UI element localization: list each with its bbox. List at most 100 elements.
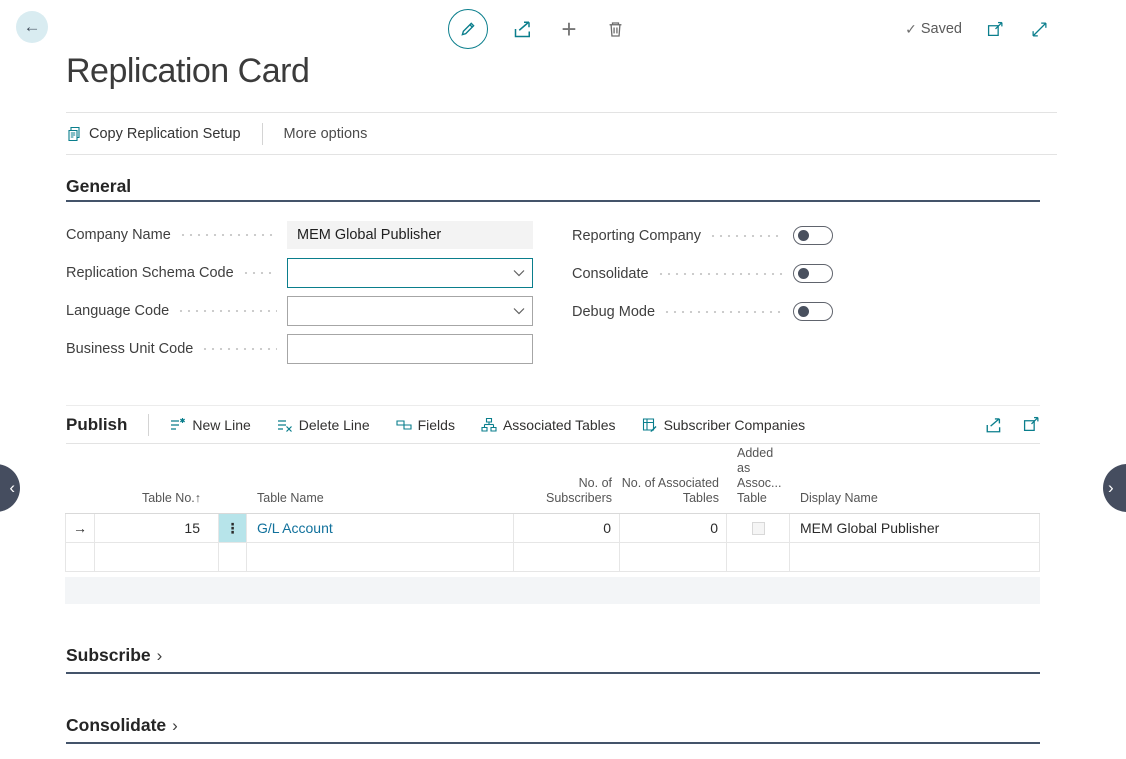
publish-table: Table No.↑ Table Name No. of Subscribers…: [65, 444, 1040, 572]
delete-line-button[interactable]: Delete Line: [277, 417, 370, 433]
fields-icon: [396, 417, 412, 433]
fields-label: Fields: [418, 417, 455, 433]
new-line-button[interactable]: New Line: [170, 417, 250, 433]
expand-button[interactable]: [1028, 18, 1050, 40]
delete-line-icon: [277, 417, 293, 433]
toggle-knob: [798, 306, 809, 317]
scroll-left-button[interactable]: ‹: [0, 464, 20, 512]
copy-replication-setup-button[interactable]: Copy Replication Setup: [66, 126, 241, 142]
publish-section-heading[interactable]: Publish: [66, 415, 127, 435]
toolbar-divider: [148, 414, 149, 436]
more-options-button[interactable]: More options: [284, 126, 368, 142]
header-select-column: [65, 506, 95, 513]
cell-table-no[interactable]: 15: [95, 514, 219, 543]
consolidate-label: Consolidate: [572, 266, 649, 282]
publish-section-toolbar: Publish New Line Delete Line: [66, 405, 1040, 444]
copy-icon: [66, 126, 82, 142]
dotted-leader: [657, 273, 783, 275]
replication-schema-code-input[interactable]: [287, 258, 533, 288]
cell-no-of-associated-tables[interactable]: 0: [620, 514, 727, 543]
delete-button[interactable]: [604, 18, 626, 40]
cell-display-name[interactable]: MEM Global Publisher: [790, 514, 1040, 543]
header-row-menu-column: [219, 506, 247, 513]
table-footer-area: [65, 577, 1040, 604]
field-row-reporting-company: Reporting Company: [572, 225, 833, 246]
back-button[interactable]: ←: [16, 11, 48, 43]
language-code-input[interactable]: [287, 296, 533, 326]
save-status: ✓ Saved: [905, 21, 962, 38]
field-row-company-name: Company Name: [66, 221, 533, 249]
table-name-link[interactable]: G/L Account: [257, 520, 333, 536]
company-name-input[interactable]: [287, 221, 533, 249]
cell-table-name[interactable]: G/L Account: [247, 514, 514, 543]
consolidate-section-heading[interactable]: Consolidate›: [66, 715, 178, 736]
open-in-new-window-button[interactable]: [984, 18, 1006, 40]
field-row-consolidate: Consolidate: [572, 263, 833, 284]
dotted-leader: [201, 348, 277, 350]
toggle-knob: [798, 268, 809, 279]
header-table-no[interactable]: Table No.↑: [95, 491, 219, 513]
plus-icon: +: [561, 19, 576, 39]
chevron-right-icon: ›: [157, 646, 163, 665]
toggle-knob: [798, 230, 809, 241]
edit-button[interactable]: [448, 9, 488, 49]
dotted-leader: [179, 234, 277, 236]
business-unit-code-label: Business Unit Code: [66, 341, 193, 357]
window-controls: ✓ Saved: [905, 18, 1050, 40]
dotted-leader: [242, 272, 277, 274]
header-display-name[interactable]: Display Name: [790, 491, 1040, 513]
field-row-language-code: Language Code: [66, 296, 533, 326]
subscribe-section-heading[interactable]: Subscribe›: [66, 645, 162, 666]
dotted-leader: [177, 310, 277, 312]
chevron-right-icon: ›: [1108, 478, 1114, 498]
replication-schema-code-label: Replication Schema Code: [66, 265, 234, 281]
row-options-button[interactable]: ⋮: [219, 514, 247, 543]
share-icon: [513, 19, 533, 39]
header-no-of-associated-tables[interactable]: No. of Associated Tables: [620, 476, 727, 513]
add-button[interactable]: +: [558, 18, 580, 40]
delete-line-label: Delete Line: [299, 417, 370, 433]
current-row-arrow-icon: →: [65, 514, 95, 543]
cell-no-of-subscribers[interactable]: 0: [514, 514, 620, 543]
expand-diagonal-icon: [1031, 21, 1048, 38]
page-title: Replication Card: [66, 52, 309, 91]
associated-tables-icon: [481, 417, 497, 433]
table-row[interactable]: → 15 ⋮ G/L Account 0 0 MEM Global Publis…: [65, 514, 1040, 543]
action-bar-divider: [262, 123, 263, 145]
page-action-bar: Copy Replication Setup More options: [66, 113, 1057, 155]
reporting-company-label: Reporting Company: [572, 228, 701, 244]
fields-button[interactable]: Fields: [396, 417, 455, 433]
consolidate-toggle[interactable]: [793, 264, 833, 283]
company-name-label: Company Name: [66, 227, 171, 243]
publish-open-in-new-button[interactable]: [1023, 416, 1040, 433]
subscriber-companies-icon: [642, 417, 658, 433]
save-status-label: Saved: [921, 21, 962, 37]
scroll-right-button[interactable]: ›: [1103, 464, 1126, 512]
record-action-bar: +: [448, 9, 626, 49]
business-unit-code-input[interactable]: [287, 334, 533, 364]
header-table-name[interactable]: Table Name: [247, 491, 514, 513]
field-row-replication-schema-code: Replication Schema Code: [66, 258, 533, 288]
general-section-heading[interactable]: General: [66, 176, 131, 197]
chevron-down-icon[interactable]: [513, 307, 525, 315]
table-row-empty[interactable]: [65, 543, 1040, 572]
consolidate-section-underline: [66, 742, 1040, 744]
reporting-company-toggle[interactable]: [793, 226, 833, 245]
debug-mode-label: Debug Mode: [572, 304, 655, 320]
header-no-of-subscribers[interactable]: No. of Subscribers: [514, 476, 620, 513]
publish-table-header-row: Table No.↑ Table Name No. of Subscribers…: [65, 444, 1040, 514]
header-added-as-assoc-table[interactable]: Added as Assoc... Table: [727, 446, 790, 513]
ellipsis-vertical-icon: ⋮: [226, 520, 240, 537]
language-code-label: Language Code: [66, 303, 169, 319]
subscriber-companies-button[interactable]: Subscriber Companies: [642, 417, 806, 433]
associated-tables-label: Associated Tables: [503, 417, 616, 433]
share-button[interactable]: [512, 18, 534, 40]
field-row-debug-mode: Debug Mode: [572, 301, 833, 322]
open-in-new-window-icon: [987, 21, 1004, 38]
associated-tables-button[interactable]: Associated Tables: [481, 417, 616, 433]
publish-share-button[interactable]: [985, 416, 1003, 434]
debug-mode-toggle[interactable]: [793, 302, 833, 321]
chevron-down-icon[interactable]: [513, 269, 525, 277]
trash-icon: [606, 20, 625, 39]
check-icon: ✓: [905, 21, 917, 38]
